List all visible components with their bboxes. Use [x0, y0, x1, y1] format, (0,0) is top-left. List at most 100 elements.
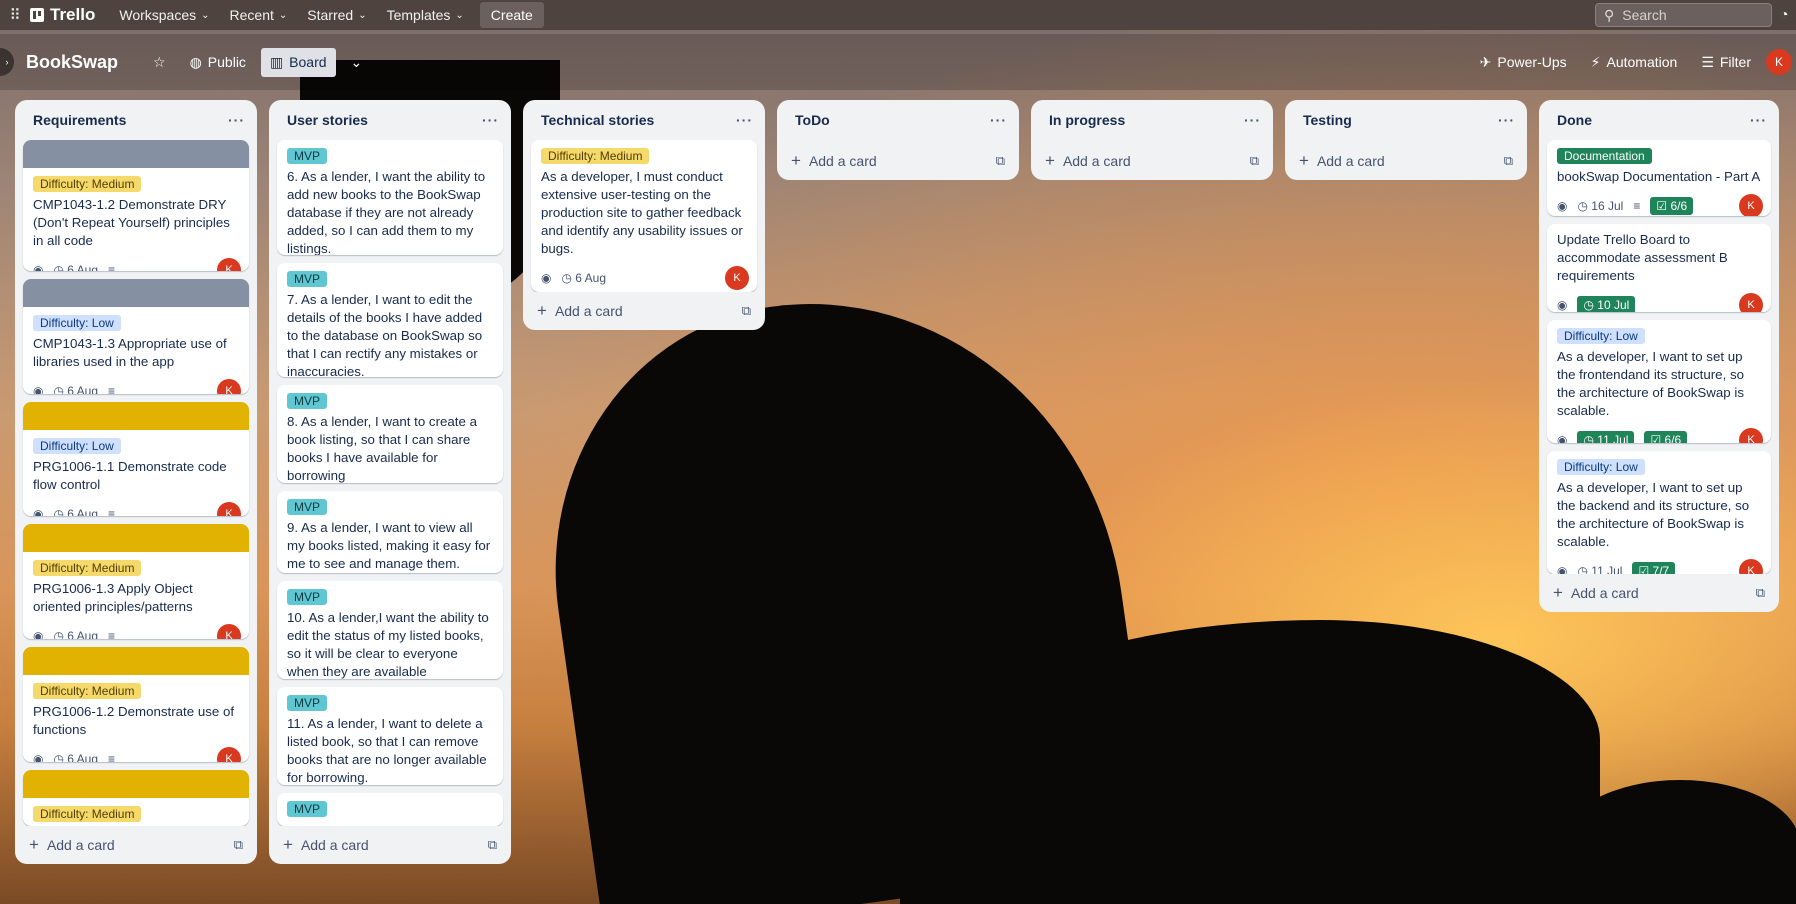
list-item[interactable]: MVP 6. As a lender, I want the ability to…: [277, 140, 503, 255]
views-chevron-icon[interactable]: ⌄: [342, 48, 372, 77]
avatar[interactable]: K: [217, 258, 241, 271]
card-label[interactable]: Difficulty: Low: [1557, 328, 1645, 345]
card-template-icon[interactable]: ⧉: [1250, 153, 1259, 169]
list-item[interactable]: MVP 8. As a lender, I want to create a bo…: [277, 385, 503, 484]
powerups-button[interactable]: ✈ Power-Ups: [1471, 48, 1576, 77]
due-date-badge[interactable]: ◷ 6 Aug: [53, 384, 98, 394]
star-icon[interactable]: ☆: [144, 48, 175, 77]
list-item[interactable]: Difficulty: Medium CMP1043-1.2 Demonstrat…: [23, 140, 249, 271]
list-item[interactable]: Update Trello Board to accommodate asses…: [1547, 223, 1771, 313]
list-header[interactable]: Requirements ···: [15, 100, 257, 140]
add-card-button[interactable]: + Add a card ⧉: [15, 826, 257, 864]
avatar[interactable]: K: [1739, 559, 1763, 574]
search-input[interactable]: [1622, 7, 1743, 23]
avatar[interactable]: K: [1739, 292, 1763, 313]
list-header[interactable]: ToDo ···: [777, 100, 1019, 140]
avatar[interactable]: K: [217, 624, 241, 640]
list-header[interactable]: Technical stories ···: [523, 100, 765, 140]
nav-starred[interactable]: Starred ⌄: [297, 0, 376, 30]
list-header[interactable]: Testing ···: [1285, 100, 1527, 140]
more-icon[interactable]: ···: [482, 112, 499, 128]
trello-logo[interactable]: Trello: [30, 5, 95, 25]
list-item[interactable]: MVP 10. As a lender,I want the ability to…: [277, 580, 503, 680]
list-item[interactable]: Difficulty: Medium: [23, 770, 249, 826]
add-card-button[interactable]: + Add a card ⧉: [269, 826, 511, 864]
due-date-badge[interactable]: ◷ 6 Aug: [561, 271, 606, 285]
card-template-icon[interactable]: ⧉: [742, 303, 751, 319]
list-item[interactable]: MVP 7. As a lender, I want to edit the de…: [277, 262, 503, 378]
add-card-button[interactable]: + Add a card ⧉: [1539, 574, 1779, 612]
card-template-icon[interactable]: ⧉: [488, 837, 497, 853]
more-icon[interactable]: ···: [1750, 112, 1767, 128]
card-label[interactable]: Difficulty: Medium: [541, 148, 650, 164]
card-template-icon[interactable]: ⧉: [996, 153, 1005, 169]
card-label[interactable]: MVP: [287, 270, 328, 287]
list-item[interactable]: MVP 9. As a lender, I want to view all my…: [277, 491, 503, 573]
due-date-badge[interactable]: ◷ 11 Jul: [1577, 564, 1622, 574]
card-template-icon[interactable]: ⧉: [234, 837, 243, 853]
card-label[interactable]: MVP: [287, 499, 328, 516]
app-switcher-icon[interactable]: ⠿: [0, 6, 30, 24]
nav-workspaces[interactable]: Workspaces ⌄: [109, 0, 219, 30]
list-header[interactable]: In progress ···: [1031, 100, 1273, 140]
card-template-icon[interactable]: ⧉: [1756, 585, 1765, 601]
due-date-badge[interactable]: ◷ 6 Aug: [53, 263, 98, 271]
board-name[interactable]: BookSwap: [26, 52, 118, 73]
card-label[interactable]: Documentation: [1557, 148, 1652, 164]
card-label[interactable]: Difficulty: Medium: [33, 683, 142, 700]
card-label[interactable]: MVP: [287, 393, 328, 410]
automation-button[interactable]: ⚡ Automation: [1582, 48, 1687, 77]
checklist-badge[interactable]: ☑ 7/7: [1632, 562, 1676, 574]
card-label[interactable]: Difficulty: Medium: [33, 176, 142, 192]
more-icon[interactable]: ···: [990, 112, 1007, 128]
list-header[interactable]: Done ···: [1539, 100, 1779, 140]
sidebar-toggle-icon[interactable]: ›: [0, 48, 14, 76]
avatar[interactable]: K: [725, 266, 749, 290]
due-date-badge[interactable]: ◷ 6 Aug: [53, 507, 98, 517]
card-label[interactable]: Difficulty: Low: [1557, 459, 1645, 476]
list-item[interactable]: Difficulty: Low As a developer, I want to…: [1547, 451, 1771, 574]
avatar[interactable]: K: [217, 747, 241, 763]
more-icon[interactable]: ···: [228, 112, 245, 128]
list-item[interactable]: MVP 11. As a lender, I want to delete a l…: [277, 687, 503, 786]
more-icon[interactable]: ···: [1498, 112, 1515, 128]
due-date-badge[interactable]: ◷ 10 Jul: [1577, 295, 1636, 313]
add-card-button[interactable]: + Add a card ⧉: [1031, 142, 1273, 180]
checklist-badge[interactable]: ☑ 6/6: [1644, 431, 1688, 444]
list-item[interactable]: Difficulty: Low As a developer, I want to…: [1547, 320, 1771, 444]
avatar[interactable]: K: [217, 501, 241, 517]
due-date-badge[interactable]: ◷ 11 Jul: [1577, 431, 1635, 444]
add-card-button[interactable]: + Add a card ⧉: [523, 292, 765, 330]
card-label[interactable]: Difficulty: Low: [33, 437, 121, 454]
list-item[interactable]: Difficulty: Medium PRG1006-1.2 Demonstrat…: [23, 647, 249, 763]
list-item[interactable]: Difficulty: Medium PRG1006-1.3 Apply Obje…: [23, 524, 249, 640]
more-icon[interactable]: ···: [736, 112, 753, 128]
avatar[interactable]: K: [1739, 428, 1763, 444]
card-template-icon[interactable]: ⧉: [1504, 153, 1513, 169]
due-date-badge[interactable]: ◷ 16 Jul: [1577, 199, 1623, 213]
avatar[interactable]: K: [1739, 194, 1763, 216]
list-item[interactable]: Documentation bookSwap Documentation - Pa…: [1547, 140, 1771, 216]
filter-button[interactable]: ☰ Filter: [1692, 48, 1760, 77]
list-item[interactable]: Difficulty: Low CMP1043-1.3 Appropriate u…: [23, 278, 249, 394]
checklist-badge[interactable]: ☑ 6/6: [1650, 197, 1694, 215]
more-icon[interactable]: ···: [1244, 112, 1261, 128]
card-label[interactable]: Difficulty: Medium: [33, 806, 142, 823]
card-label[interactable]: MVP: [287, 588, 328, 605]
card-label[interactable]: Difficulty: Low: [33, 314, 121, 331]
nav-templates[interactable]: Templates ⌄: [377, 0, 474, 30]
visibility-button[interactable]: ◍ Public: [181, 48, 255, 77]
nav-recent[interactable]: Recent ⌄: [220, 0, 298, 30]
create-button[interactable]: Create: [479, 2, 544, 28]
list-item[interactable]: Difficulty: Medium As a developer, I must…: [531, 140, 757, 292]
due-date-badge[interactable]: ◷ 6 Aug: [53, 752, 98, 762]
list-item[interactable]: MVP: [277, 793, 503, 826]
notifications-icon[interactable]: ◔: [1780, 6, 1788, 22]
card-label[interactable]: Difficulty: Medium: [33, 560, 142, 577]
add-card-button[interactable]: + Add a card ⧉: [1285, 142, 1527, 180]
due-date-badge[interactable]: ◷ 6 Aug: [53, 629, 98, 639]
add-card-button[interactable]: + Add a card ⧉: [777, 142, 1019, 180]
card-label[interactable]: MVP: [287, 148, 328, 164]
avatar[interactable]: K: [217, 378, 241, 394]
board-view-button[interactable]: ▥ Board: [260, 47, 336, 77]
